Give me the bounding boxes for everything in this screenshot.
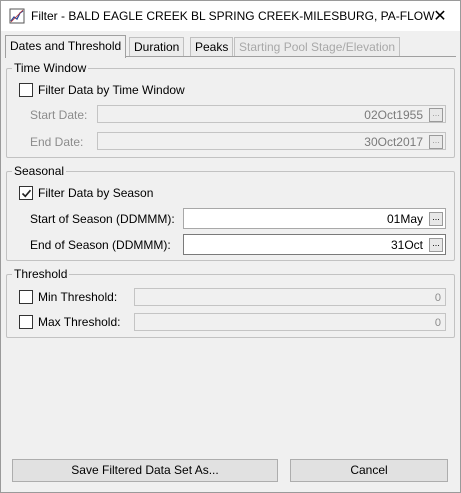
filter-by-season-checkbox[interactable]: Filter Data by Season: [19, 186, 153, 200]
tab-starting-pool-stage: Starting Pool Stage/Elevation: [234, 37, 401, 57]
time-window-legend: Time Window: [12, 61, 89, 75]
close-button[interactable]: ✕: [420, 1, 460, 31]
end-date-field: 30Oct2017: [97, 132, 446, 150]
checkmark-icon: [21, 189, 31, 197]
min-threshold-field: 0: [134, 288, 446, 306]
end-of-season-label: End of Season (DDMMM):: [30, 238, 171, 252]
tab-dates-and-threshold[interactable]: Dates and Threshold: [5, 35, 127, 58]
end-date-picker-button: ...: [429, 135, 443, 149]
max-threshold-checkbox[interactable]: Max Threshold:: [19, 315, 120, 329]
end-date-label: End Date:: [30, 135, 84, 149]
window-title: Filter - BALD EAGLE CREEK BL SPRING CREE…: [31, 9, 435, 23]
title-bar: Filter - BALD EAGLE CREEK BL SPRING CREE…: [1, 1, 460, 31]
max-threshold-field: 0: [134, 313, 446, 331]
start-date-field: 02Oct1955: [97, 105, 446, 123]
cancel-button[interactable]: Cancel: [290, 459, 448, 482]
dates-threshold-panel: Time Window Filter Data by Time Window S…: [5, 56, 456, 452]
end-of-season-picker-button[interactable]: ...: [429, 238, 443, 252]
start-date-picker-button: ...: [429, 108, 443, 122]
checkbox-box: [19, 315, 33, 329]
save-filtered-data-set-button[interactable]: Save Filtered Data Set As...: [12, 459, 278, 482]
checkbox-box: [19, 186, 33, 200]
close-icon: ✕: [433, 8, 447, 25]
start-of-season-picker-button[interactable]: ...: [429, 212, 443, 226]
filter-by-time-window-checkbox[interactable]: Filter Data by Time Window: [19, 83, 185, 97]
tab-peaks[interactable]: Peaks: [190, 37, 234, 57]
seasonal-legend: Seasonal: [12, 164, 67, 178]
filter-dialog: Filter - BALD EAGLE CREEK BL SPRING CREE…: [0, 0, 461, 493]
filter-by-time-window-label: Filter Data by Time Window: [38, 83, 185, 97]
tab-duration[interactable]: Duration: [129, 37, 185, 57]
end-of-season-field[interactable]: 31Oct: [183, 234, 446, 255]
threshold-group: Threshold Min Threshold: 0 Max Threshold…: [6, 267, 455, 338]
filter-app-icon: [9, 8, 25, 24]
start-of-season-label: Start of Season (DDMMM):: [30, 212, 175, 226]
start-of-season-field[interactable]: 01May: [183, 208, 446, 229]
checkbox-box: [19, 83, 33, 97]
threshold-legend: Threshold: [12, 267, 70, 281]
start-date-label: Start Date:: [30, 108, 88, 122]
seasonal-group: Seasonal Filter Data by Season Start of …: [6, 164, 455, 261]
time-window-group: Time Window Filter Data by Time Window S…: [6, 61, 455, 158]
min-threshold-checkbox[interactable]: Min Threshold:: [19, 290, 117, 304]
filter-by-season-label: Filter Data by Season: [38, 186, 154, 200]
max-threshold-label: Max Threshold:: [38, 315, 121, 329]
checkbox-box: [19, 290, 33, 304]
min-threshold-label: Min Threshold:: [38, 290, 118, 304]
